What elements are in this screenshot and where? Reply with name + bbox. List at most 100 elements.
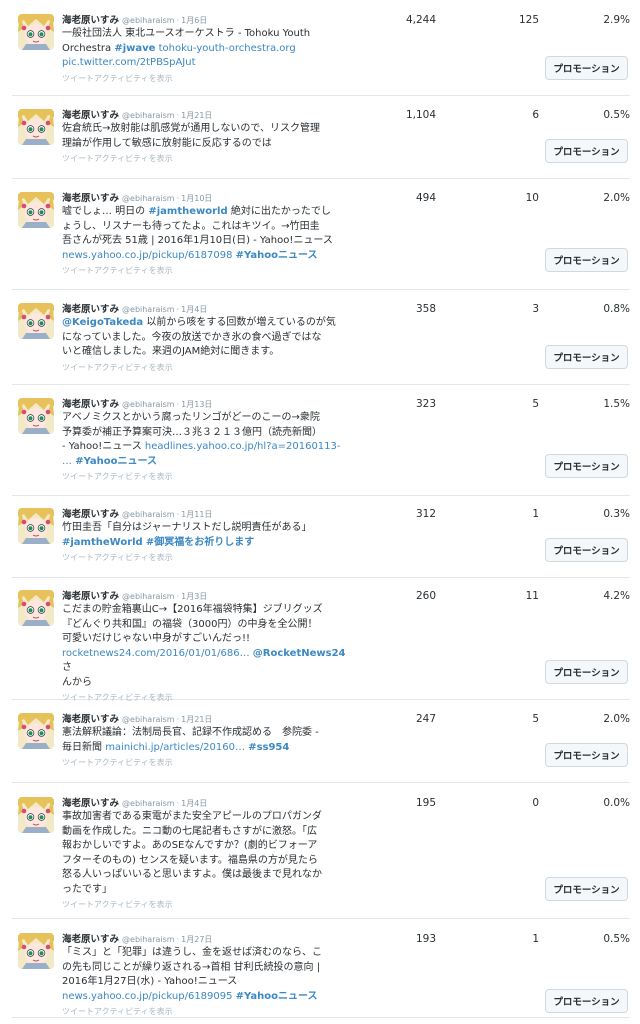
promote-button[interactable]: プロモーション bbox=[545, 454, 628, 478]
avatar[interactable] bbox=[18, 713, 54, 749]
tweet-date[interactable]: 1月10日 bbox=[181, 194, 212, 203]
avatar[interactable] bbox=[18, 398, 54, 434]
tweet-link[interactable]: headlines.yahoo.co.jp/hl?a=20160113- bbox=[145, 441, 341, 452]
author-handle[interactable]: @ebiharaism bbox=[122, 592, 175, 601]
engagements-count: 0 bbox=[532, 797, 539, 809]
tweet-row: 海老原いすみ @ebiharaism · 1月3日 こだまの貯金箱裏山C→【2016年福… bbox=[12, 590, 630, 702]
engagement-rate: 2.0% bbox=[603, 713, 630, 725]
author-handle[interactable]: @ebiharaism bbox=[122, 16, 175, 25]
hashtag-link[interactable]: @RocketNews24 bbox=[253, 648, 346, 659]
tweet-text-segment: 報おかしいですよ。あのSEなんですか？(劇的ビフォーア bbox=[62, 840, 318, 851]
promote-button[interactable]: プロモーション bbox=[545, 989, 628, 1013]
author-name[interactable]: 海老原いすみ bbox=[62, 934, 119, 945]
tweet-text-line: こだまの貯金箱裏山C→【2016年福袋特集】ジブリグッズ bbox=[62, 603, 352, 618]
tweet-date[interactable]: 1月11日 bbox=[181, 510, 212, 519]
tweet-text: こだまの貯金箱裏山C→【2016年福袋特集】ジブリグッズ 『どんぐり共和国』の福袋… bbox=[62, 603, 352, 690]
author-handle[interactable]: @ebiharaism bbox=[122, 715, 175, 724]
promote-button[interactable]: プロモーション bbox=[545, 56, 628, 80]
hashtag-link[interactable]: #jamtheWorld bbox=[62, 537, 143, 548]
avatar[interactable] bbox=[18, 590, 54, 626]
avatar[interactable] bbox=[18, 14, 54, 50]
tweet-date[interactable]: 1月4日 bbox=[181, 799, 207, 808]
tweet-text-line: 嘘でしょ… 明日の #jamtheworld 絶対に出たかったでし bbox=[62, 205, 352, 220]
tweet-text-line: アベノミクスとかいう腐ったリンゴがどーのこーの→衆院 bbox=[62, 411, 352, 426]
author-name[interactable]: 海老原いすみ bbox=[62, 509, 119, 520]
tweet-row: 海老原いすみ @ebiharaism · 1月13日 アベノミクスとかいう腐ったリンゴが… bbox=[12, 398, 630, 496]
promote-button[interactable]: プロモーション bbox=[545, 248, 628, 272]
tweet-date[interactable]: 1月4日 bbox=[181, 305, 207, 314]
tweet-link[interactable]: … bbox=[62, 456, 75, 467]
promote-button[interactable]: プロモーション bbox=[545, 538, 628, 562]
author-handle[interactable]: @ebiharaism bbox=[122, 400, 175, 409]
author-handle[interactable]: @ebiharaism bbox=[122, 111, 175, 120]
author-name[interactable]: 海老原いすみ bbox=[62, 591, 119, 602]
author-name[interactable]: 海老原いすみ bbox=[62, 714, 119, 725]
view-tweet-activity-link[interactable]: ツイートアクティビティを表示 bbox=[62, 153, 352, 165]
tweet-row: 海老原いすみ @ebiharaism · 1月21日 憲法解釈議論：法制局長官、記録不作… bbox=[12, 713, 630, 783]
author-name[interactable]: 海老原いすみ bbox=[62, 798, 119, 809]
hashtag-link[interactable]: #jamtheworld bbox=[148, 206, 227, 217]
engagement-rate: 1.5% bbox=[603, 398, 630, 410]
promote-button[interactable]: プロモーション bbox=[545, 743, 628, 767]
view-tweet-activity-link[interactable]: ツイートアクティビティを表示 bbox=[62, 1006, 352, 1018]
author-handle[interactable]: @ebiharaism bbox=[122, 799, 175, 808]
separator: · bbox=[176, 510, 180, 519]
tweet-link[interactable]: news.yahoo.co.jp/pickup/6187098 bbox=[62, 250, 236, 261]
promote-button[interactable]: プロモーション bbox=[545, 139, 628, 163]
avatar[interactable] bbox=[18, 192, 54, 228]
author-handle[interactable]: @ebiharaism bbox=[122, 935, 175, 944]
tweet-date[interactable]: 1月13日 bbox=[181, 400, 212, 409]
tweet-header: 海老原いすみ @ebiharaism · 1月4日 bbox=[62, 303, 352, 316]
tweet-text-segment: 『どんぐり共和国』の福袋（3000円）の中身を全公開！ bbox=[62, 618, 318, 630]
hashtag-link[interactable]: #Yahooニュース bbox=[75, 456, 157, 467]
view-tweet-activity-link[interactable]: ツイートアクティビティを表示 bbox=[62, 692, 352, 704]
engagements-count: 1 bbox=[532, 508, 539, 520]
hashtag-link[interactable]: #Yahooニュース bbox=[236, 250, 318, 261]
tweet-text-line: 憲法解釈議論：法制局長官、記録不作成認める 参院委 - bbox=[62, 726, 352, 741]
view-tweet-activity-link[interactable]: ツイートアクティビティを表示 bbox=[62, 757, 352, 769]
tweet-text-line: news.yahoo.co.jp/pickup/6189095 #Yahooニュ… bbox=[62, 990, 352, 1005]
tweet-date[interactable]: 1月21日 bbox=[181, 715, 212, 724]
tweet-text-line: pic.twitter.com/2tPBSpAJut bbox=[62, 56, 352, 71]
author-handle[interactable]: @ebiharaism bbox=[122, 194, 175, 203]
promote-button[interactable]: プロモーション bbox=[545, 660, 628, 684]
author-name[interactable]: 海老原いすみ bbox=[62, 304, 119, 315]
author-handle[interactable]: @ebiharaism bbox=[122, 510, 175, 519]
author-name[interactable]: 海老原いすみ bbox=[62, 15, 119, 26]
view-tweet-activity-link[interactable]: ツイートアクティビティを表示 bbox=[62, 552, 352, 564]
tweet-date[interactable]: 1月27日 bbox=[181, 935, 212, 944]
view-tweet-activity-link[interactable]: ツイートアクティビティを表示 bbox=[62, 471, 352, 483]
promote-button[interactable]: プロモーション bbox=[545, 877, 628, 901]
view-tweet-activity-link[interactable]: ツイートアクティビティを表示 bbox=[62, 899, 352, 911]
tweet-text-segment: 以前から咳をする回数が増えているのが気 bbox=[143, 317, 336, 328]
hashtag-link[interactable]: @KeigoTakeda bbox=[62, 317, 143, 328]
avatar[interactable] bbox=[18, 508, 54, 544]
view-tweet-activity-link[interactable]: ツイートアクティビティを表示 bbox=[62, 265, 352, 277]
tweet-date[interactable]: 1月6日 bbox=[181, 16, 207, 25]
hashtag-link[interactable]: #Yahooニュース bbox=[236, 991, 318, 1002]
avatar[interactable] bbox=[18, 797, 54, 833]
tweet-link[interactable]: rocketnews24.com/2016/01/01/686… bbox=[62, 648, 253, 659]
view-tweet-activity-link[interactable]: ツイートアクティビティを表示 bbox=[62, 73, 352, 85]
hashtag-link[interactable]: #ss954 bbox=[248, 742, 289, 753]
avatar[interactable] bbox=[18, 109, 54, 145]
avatar[interactable] bbox=[18, 303, 54, 339]
avatar[interactable] bbox=[18, 933, 54, 969]
tweet-date[interactable]: 1月3日 bbox=[181, 592, 207, 601]
tweet-link[interactable]: tohoku-youth-orchestra.org bbox=[155, 43, 296, 54]
engagements-count: 5 bbox=[532, 713, 539, 725]
tweet-link[interactable]: mainichi.jp/articles/20160… bbox=[105, 742, 248, 753]
tweet-date[interactable]: 1月21日 bbox=[181, 111, 212, 120]
author-handle[interactable]: @ebiharaism bbox=[122, 305, 175, 314]
hashtag-link[interactable]: #jwave bbox=[114, 43, 155, 54]
tweet-text: @KeigoTakeda 以前から咳をする回数が増えているのが気 になっていました… bbox=[62, 316, 352, 360]
author-name[interactable]: 海老原いすみ bbox=[62, 399, 119, 410]
hashtag-link[interactable]: #御冥福をお祈りします bbox=[146, 537, 254, 548]
tweet-link[interactable]: pic.twitter.com/2tPBSpAJut bbox=[62, 57, 196, 68]
author-name[interactable]: 海老原いすみ bbox=[62, 110, 119, 121]
promote-button[interactable]: プロモーション bbox=[545, 345, 628, 369]
author-name[interactable]: 海老原いすみ bbox=[62, 193, 119, 204]
tweet-text-line: Orchestra #jwave tohoku-youth-orchestra.… bbox=[62, 42, 352, 57]
tweet-link[interactable]: news.yahoo.co.jp/pickup/6189095 bbox=[62, 991, 236, 1002]
view-tweet-activity-link[interactable]: ツイートアクティビティを表示 bbox=[62, 362, 352, 374]
